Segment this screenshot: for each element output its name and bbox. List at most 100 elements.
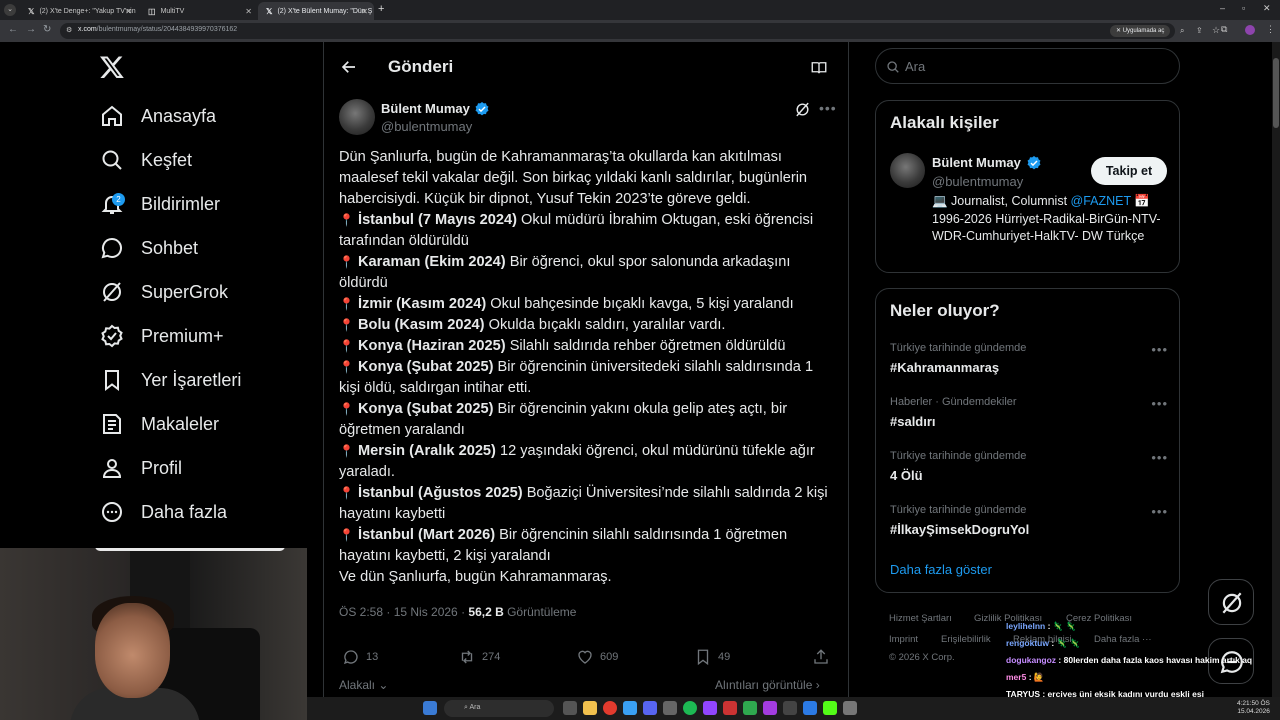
incident-item: 📍 Konya (Şubat 2025) Bir öğrencinin üniv…	[339, 357, 831, 399]
nav-item-home[interactable]: Anasayfa	[100, 101, 216, 131]
more-options-icon[interactable]: •••	[819, 100, 837, 116]
reload-icon[interactable]: ↻	[43, 24, 51, 35]
browser-tab-1[interactable]: 𝕏 (2) X'te Denge+: "Yakup TV'nin ✕	[20, 2, 138, 20]
nav-item-bookmarks[interactable]: Yer İşaretleri	[100, 365, 241, 395]
reader-mode-icon[interactable]	[810, 59, 828, 82]
post-timestamp[interactable]: ÖS 2:58 · 15 Nis 2026 ·	[339, 605, 468, 619]
back-icon[interactable]: ←	[8, 24, 18, 35]
app-icon[interactable]	[803, 701, 817, 715]
search-input[interactable]: Ara	[875, 48, 1180, 84]
verified-badge-icon	[101, 324, 123, 348]
task-view-icon[interactable]	[563, 701, 577, 715]
windows-start-icon[interactable]	[423, 701, 437, 715]
reply-button[interactable]: 13	[342, 648, 378, 666]
tab-search-button[interactable]: ⌄	[4, 4, 16, 16]
nav-item-explore[interactable]: Keşfet	[100, 145, 192, 175]
app-icon[interactable]	[743, 701, 757, 715]
more-options-icon[interactable]: •••	[1151, 450, 1168, 465]
trend-item[interactable]: Haberler · Gündemdekiler #saldırı •••	[890, 396, 1168, 440]
browser-tab-3-label: (2) X'te Bülent Mumay: "Dün Ş	[277, 7, 373, 15]
nav-item-notifications[interactable]: 2 Bildirimler	[100, 189, 220, 219]
nav-item-label: Keşfet	[141, 149, 193, 170]
trend-item[interactable]: Türkiye tarihinde gündemde 4 Ölü •••	[890, 450, 1168, 494]
view-quotes-link[interactable]: Alıntıları görüntüle ›	[715, 678, 820, 692]
close-icon[interactable]: ✕	[361, 7, 368, 16]
edge-icon[interactable]	[623, 701, 637, 715]
nav-item-more[interactable]: Daha fazla	[100, 497, 227, 527]
incident-place: İzmir (Kasım 2024)	[358, 296, 487, 312]
show-more-link[interactable]: Daha fazla göster	[890, 562, 992, 577]
nav-item-profile[interactable]: Profil	[100, 453, 182, 483]
nav-item-label: Daha fazla	[141, 501, 228, 522]
nav-item-chat[interactable]: Sohbet	[100, 233, 198, 263]
app-icon[interactable]	[723, 701, 737, 715]
incident-item: 📍 İstanbul (Ağustos 2025) Boğaziçi Ünive…	[339, 483, 831, 525]
browser-tab-2[interactable]: ◫ MultiTV ✕	[140, 2, 258, 20]
x-logo-icon[interactable]	[99, 54, 127, 82]
taskbar-clock[interactable]: 4:21:50 ÖS 15.04.2026	[1237, 700, 1270, 716]
trend-item[interactable]: Türkiye tarihinde gündemde #Kahramanmara…	[890, 342, 1168, 386]
author-name[interactable]: Bülent Mumay	[381, 101, 470, 116]
more-options-icon[interactable]: •••	[1151, 342, 1168, 357]
nav-item-label: Anasayfa	[141, 105, 217, 126]
obs-icon[interactable]	[763, 701, 777, 715]
site-info-icon[interactable]: ⚙	[66, 26, 72, 34]
star-icon[interactable]: ☆	[1212, 25, 1220, 36]
discord-icon[interactable]	[643, 701, 657, 715]
author-handle[interactable]: @bulentmumay	[381, 119, 472, 134]
author-avatar[interactable]	[339, 99, 375, 135]
app-icon[interactable]	[843, 701, 857, 715]
forward-icon[interactable]: →	[26, 24, 36, 35]
new-tab-button[interactable]: +	[378, 3, 384, 15]
bookmark-button[interactable]: 49	[694, 648, 730, 666]
maximize-icon[interactable]: ▫	[1242, 3, 1245, 13]
app-icon[interactable]	[663, 701, 677, 715]
share-icon[interactable]: ⇪	[1196, 26, 1203, 35]
zoom-icon[interactable]: ⌕	[1180, 26, 1184, 36]
related-handle[interactable]: @bulentmumay	[932, 174, 1023, 189]
related-avatar[interactable]	[890, 153, 925, 188]
address-bar[interactable]: ⚙ x.com/bulentmumay/status/2044384939970…	[60, 23, 1220, 39]
close-icon[interactable]: ✕	[245, 7, 252, 16]
repost-button[interactable]: 274	[458, 648, 500, 666]
more-options-icon[interactable]: •••	[1151, 396, 1168, 411]
scrollbar-thumb[interactable]	[1273, 58, 1279, 128]
twitch-icon[interactable]	[703, 701, 717, 715]
window-close-icon[interactable]: ✕	[1263, 3, 1271, 14]
taskbar-search[interactable]: ⌕ Ara	[444, 700, 554, 717]
scrollbar-track[interactable]	[1272, 42, 1280, 702]
chrome-icon[interactable]	[603, 701, 617, 715]
incident-item: 📍 Konya (Haziran 2025) Silahlı saldırıda…	[339, 336, 831, 357]
close-icon[interactable]: ✕	[125, 7, 132, 16]
browser-tab-3[interactable]: 𝕏 (2) X'te Bülent Mumay: "Dün Ş ✕	[258, 2, 374, 20]
open-in-app-chip[interactable]: ✕ Uygulamada aç	[1110, 25, 1171, 37]
chevron-right-icon: ›	[815, 678, 820, 692]
nav-item-articles[interactable]: Makaleler	[100, 409, 219, 439]
nav-item-supergrok[interactable]: SuperGrok	[100, 277, 228, 307]
share-button[interactable]	[812, 648, 830, 666]
minimize-icon[interactable]: –	[1220, 3, 1225, 13]
extensions-icon[interactable]: ⧉	[1221, 24, 1227, 35]
more-options-icon[interactable]: •••	[1151, 504, 1168, 519]
app-icon[interactable]	[783, 701, 797, 715]
kick-icon[interactable]	[823, 701, 837, 715]
footer-copyright: © 2026 X Corp.	[889, 652, 955, 663]
footer-terms-link[interactable]: Hizmet Şartları	[889, 613, 952, 624]
grok-icon	[1222, 592, 1242, 614]
browser-menu-icon[interactable]: ⋮	[1266, 24, 1275, 35]
back-button[interactable]	[340, 58, 356, 74]
footer-accessibility-link[interactable]: Erişilebilirlik	[941, 634, 991, 645]
file-explorer-icon[interactable]	[583, 701, 597, 715]
profile-avatar[interactable]	[1245, 25, 1255, 35]
related-name[interactable]: Bülent Mumay	[932, 155, 1021, 170]
trend-item[interactable]: Türkiye tarihinde gündemde #İlkayŞimsekD…	[890, 504, 1168, 548]
like-button[interactable]: 609	[576, 648, 618, 666]
grok-icon[interactable]	[794, 101, 811, 123]
pin-icon: 📍	[339, 213, 354, 227]
follow-button[interactable]: Takip et	[1091, 157, 1167, 185]
footer-imprint-link[interactable]: Imprint	[889, 634, 918, 645]
spotify-icon[interactable]	[683, 701, 697, 715]
replies-filter-dropdown[interactable]: Alakalı ⌄	[339, 678, 388, 692]
nav-item-premium[interactable]: Premium+	[100, 321, 224, 351]
bio-mention-link[interactable]: @FAZNET	[1071, 194, 1131, 208]
